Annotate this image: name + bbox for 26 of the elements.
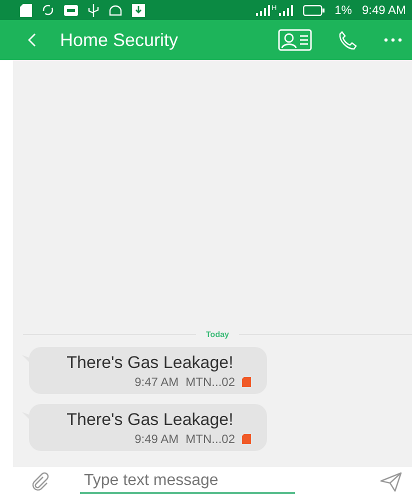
date-divider: Today: [206, 330, 229, 339]
message-input[interactable]: Type text message: [80, 470, 295, 494]
message-text: There's Gas Leakage!: [66, 353, 234, 373]
sim-card-icon: [242, 377, 251, 387]
sim-label: MTN...02: [186, 432, 235, 446]
contact-card-icon[interactable]: [278, 29, 312, 51]
sync-icon: [42, 4, 54, 16]
download-icon: [132, 4, 145, 16]
phone-icon[interactable]: [338, 30, 358, 50]
signal-icon: [256, 4, 270, 16]
sim-label: MTN...02: [186, 375, 235, 389]
attachment-icon[interactable]: [30, 472, 50, 492]
clock: 9:49 AM: [362, 3, 406, 17]
message-time: 9:49 AM: [134, 432, 179, 446]
send-icon[interactable]: [380, 472, 402, 492]
more-icon[interactable]: [384, 38, 402, 42]
conversation-title: Home Security: [60, 30, 180, 50]
battery-icon: [302, 4, 325, 16]
sim-card-icon: [242, 434, 251, 444]
signal-icon: [278, 4, 293, 16]
message-time: 9:47 AM: [134, 375, 179, 389]
message-text: There's Gas Leakage!: [66, 410, 234, 430]
usb-icon: [88, 4, 99, 16]
sd-card-icon: [20, 4, 32, 16]
battery-level: 1%: [334, 3, 352, 17]
back-icon[interactable]: [28, 33, 36, 47]
